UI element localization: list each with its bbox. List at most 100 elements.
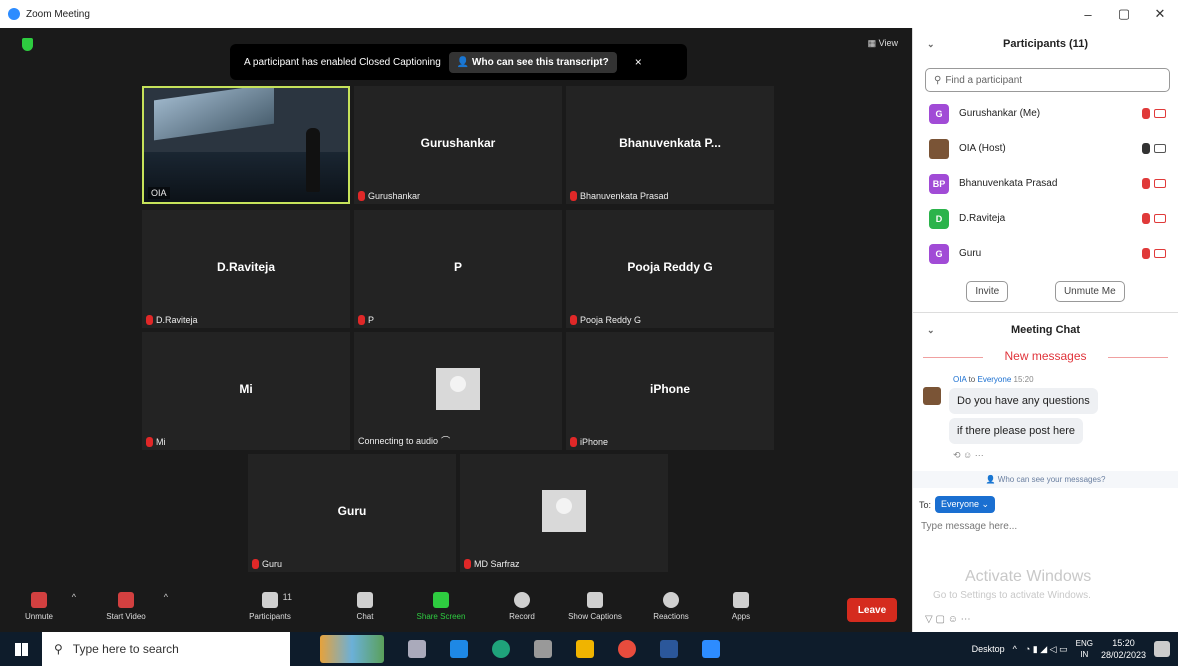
language-indicator[interactable]: ENG IN [1076, 638, 1093, 660]
chat-message-input[interactable]: Type message here... [913, 521, 1178, 532]
notification-center-icon[interactable] [1154, 641, 1170, 657]
tile-label: P [358, 315, 374, 325]
share-screen-button[interactable]: Share Screen [412, 592, 470, 621]
file-explorer-icon[interactable] [576, 640, 594, 658]
tile-label: Gurushankar [358, 191, 420, 201]
video-off-icon [1154, 179, 1166, 188]
show-captions-button[interactable]: Show Captions [560, 592, 630, 621]
mic-muted-icon [358, 315, 365, 325]
participant-name: Guru [959, 248, 982, 259]
security-shield-icon[interactable] [22, 38, 33, 51]
start-button[interactable] [0, 632, 42, 666]
unmute-me-button[interactable]: Unmute Me [1054, 281, 1125, 302]
cc-banner-text: A participant has enabled Closed Caption… [244, 56, 441, 68]
tile-label: Pooja Reddy G [570, 315, 641, 325]
collapse-chevron-icon[interactable]: ⌄ [927, 325, 935, 336]
camera-off-icon [118, 592, 134, 608]
apps-button[interactable]: Apps [724, 592, 758, 621]
close-banner-button[interactable]: × [635, 55, 642, 69]
record-button[interactable]: Record [502, 592, 542, 621]
video-tile-gurushankar[interactable]: Gurushankar Gurushankar [354, 86, 562, 204]
start-video-button[interactable]: ^ Start Video [96, 592, 168, 621]
chat-button[interactable]: Chat [350, 592, 380, 621]
tile-label: Connecting to audio ⌒ [358, 434, 450, 447]
who-can-see-transcript-button[interactable]: 👤 Who can see this transcript? [448, 51, 617, 73]
message-actions[interactable]: ⟲ ☺ ⋯ [913, 450, 1178, 461]
taskbar-search-placeholder: Type here to search [72, 642, 179, 656]
participant-row[interactable]: G Gurushankar (Me) [913, 96, 1178, 131]
view-button[interactable]: ▦ View [868, 38, 898, 49]
zoom-taskbar-icon[interactable] [702, 640, 720, 658]
unmute-button[interactable]: ^ Unmute [14, 592, 76, 621]
video-tile-bhanuvenkata[interactable]: Bhanuvenkata P... Bhanuvenkata Prasad [566, 86, 774, 204]
chat-message[interactable]: Do you have any questions [949, 388, 1098, 414]
closed-captions-icon [587, 592, 603, 608]
edge-browser-icon[interactable] [492, 640, 510, 658]
task-view-icon[interactable] [408, 640, 426, 658]
mic-muted-icon [358, 191, 365, 201]
video-tile-guru[interactable]: Guru Guru [248, 454, 456, 572]
chat-composer-icons[interactable]: ▽ ▢ ☺ ⋯ [925, 614, 971, 625]
leave-button[interactable]: Leave [847, 598, 897, 622]
tile-label: Bhanuvenkata Prasad [570, 191, 669, 201]
participant-row[interactable]: D D.Raviteja [913, 201, 1178, 236]
participant-row[interactable]: G Guru [913, 236, 1178, 271]
taskbar-clock[interactable]: 15:20 28/02/2023 [1101, 637, 1146, 661]
video-options-caret-icon[interactable]: ^ [164, 592, 168, 602]
video-tile-oia[interactable]: OIA [142, 86, 350, 204]
tray-icons[interactable]: ◔ ▮ ◢ ◁ ▭ [1025, 644, 1068, 655]
video-tile-draviteja[interactable]: D.Raviteja D.Raviteja [142, 210, 350, 328]
close-window-button[interactable]: ✕ [1142, 0, 1178, 28]
closed-caption-banner: A participant has enabled Closed Caption… [230, 44, 687, 80]
maximize-button[interactable]: ▢ [1106, 0, 1142, 28]
activate-windows-watermark: Activate Windows [965, 568, 1092, 585]
share-screen-label: Share Screen [416, 612, 466, 621]
reactions-button[interactable]: Reactions [646, 592, 696, 621]
app-icon[interactable] [534, 640, 552, 658]
chrome-icon[interactable] [618, 640, 636, 658]
mic-muted-icon [1142, 248, 1150, 259]
video-tile-p[interactable]: P P [354, 210, 562, 328]
taskbar-search[interactable]: ⚲ Type here to search [42, 632, 290, 666]
participant-row[interactable]: OIA (Host) [913, 131, 1178, 166]
video-tile-iphone[interactable]: iPhone iPhone [566, 332, 774, 450]
participant-row[interactable]: BP Bhanuvenkata Prasad [913, 166, 1178, 201]
word-icon[interactable] [660, 640, 678, 658]
window-title: Zoom Meeting [26, 8, 90, 20]
tile-display-name: Guru [337, 504, 367, 518]
tile-name-label: Pooja Reddy G [580, 315, 642, 325]
participant-search-input[interactable]: ⚲ Find a participant [925, 68, 1170, 92]
message-meta: OIA to Everyone 15:20 [913, 375, 1178, 384]
meeting-video-area: ▦ View A participant has enabled Closed … [0, 28, 912, 588]
participant-status [1142, 108, 1166, 119]
video-tile-pooja[interactable]: Pooja Reddy G Pooja Reddy G [566, 210, 774, 328]
region-code: IN [1080, 650, 1089, 659]
mic-muted-icon [146, 437, 153, 447]
mic-muted-icon [146, 315, 153, 325]
apps-icon [733, 592, 749, 608]
audio-options-caret-icon[interactable]: ^ [72, 592, 76, 602]
invite-button[interactable]: Invite [966, 281, 1009, 302]
video-tile-mdsarfraz[interactable]: MD Sarfraz [460, 454, 668, 572]
desktop-toolbar-label[interactable]: Desktop [972, 644, 1005, 654]
recipient-dropdown[interactable]: Everyone ⌄ [935, 496, 996, 513]
mic-muted-icon [464, 559, 471, 569]
tray-overflow-icon[interactable]: ^ [1013, 644, 1017, 654]
who-can-see-messages-link[interactable]: 👤 Who can see your messages? [913, 471, 1178, 488]
side-panel: ⌄ Participants (11) ⚲ Find a participant… [912, 28, 1178, 632]
chat-message[interactable]: if there please post here [949, 418, 1084, 444]
collapse-chevron-icon[interactable]: ⌄ [927, 39, 935, 50]
tile-display-name: Pooja Reddy G [627, 260, 713, 274]
tile-display-name: D.Raviteja [216, 260, 276, 274]
minimize-button[interactable]: – [1070, 0, 1106, 28]
video-tile-mi[interactable]: Mi Mi [142, 332, 350, 450]
tile-name-label: P [368, 315, 375, 325]
mail-icon[interactable] [450, 640, 468, 658]
participant-status [1142, 143, 1166, 154]
participant-status [1142, 178, 1166, 189]
participants-button[interactable]: 11 Participants [240, 592, 300, 621]
video-tile-connecting[interactable]: Connecting to audio ⌒ [354, 332, 562, 450]
language-code: ENG [1075, 639, 1093, 648]
news-widget[interactable] [320, 635, 384, 663]
projector-screen [154, 88, 274, 141]
